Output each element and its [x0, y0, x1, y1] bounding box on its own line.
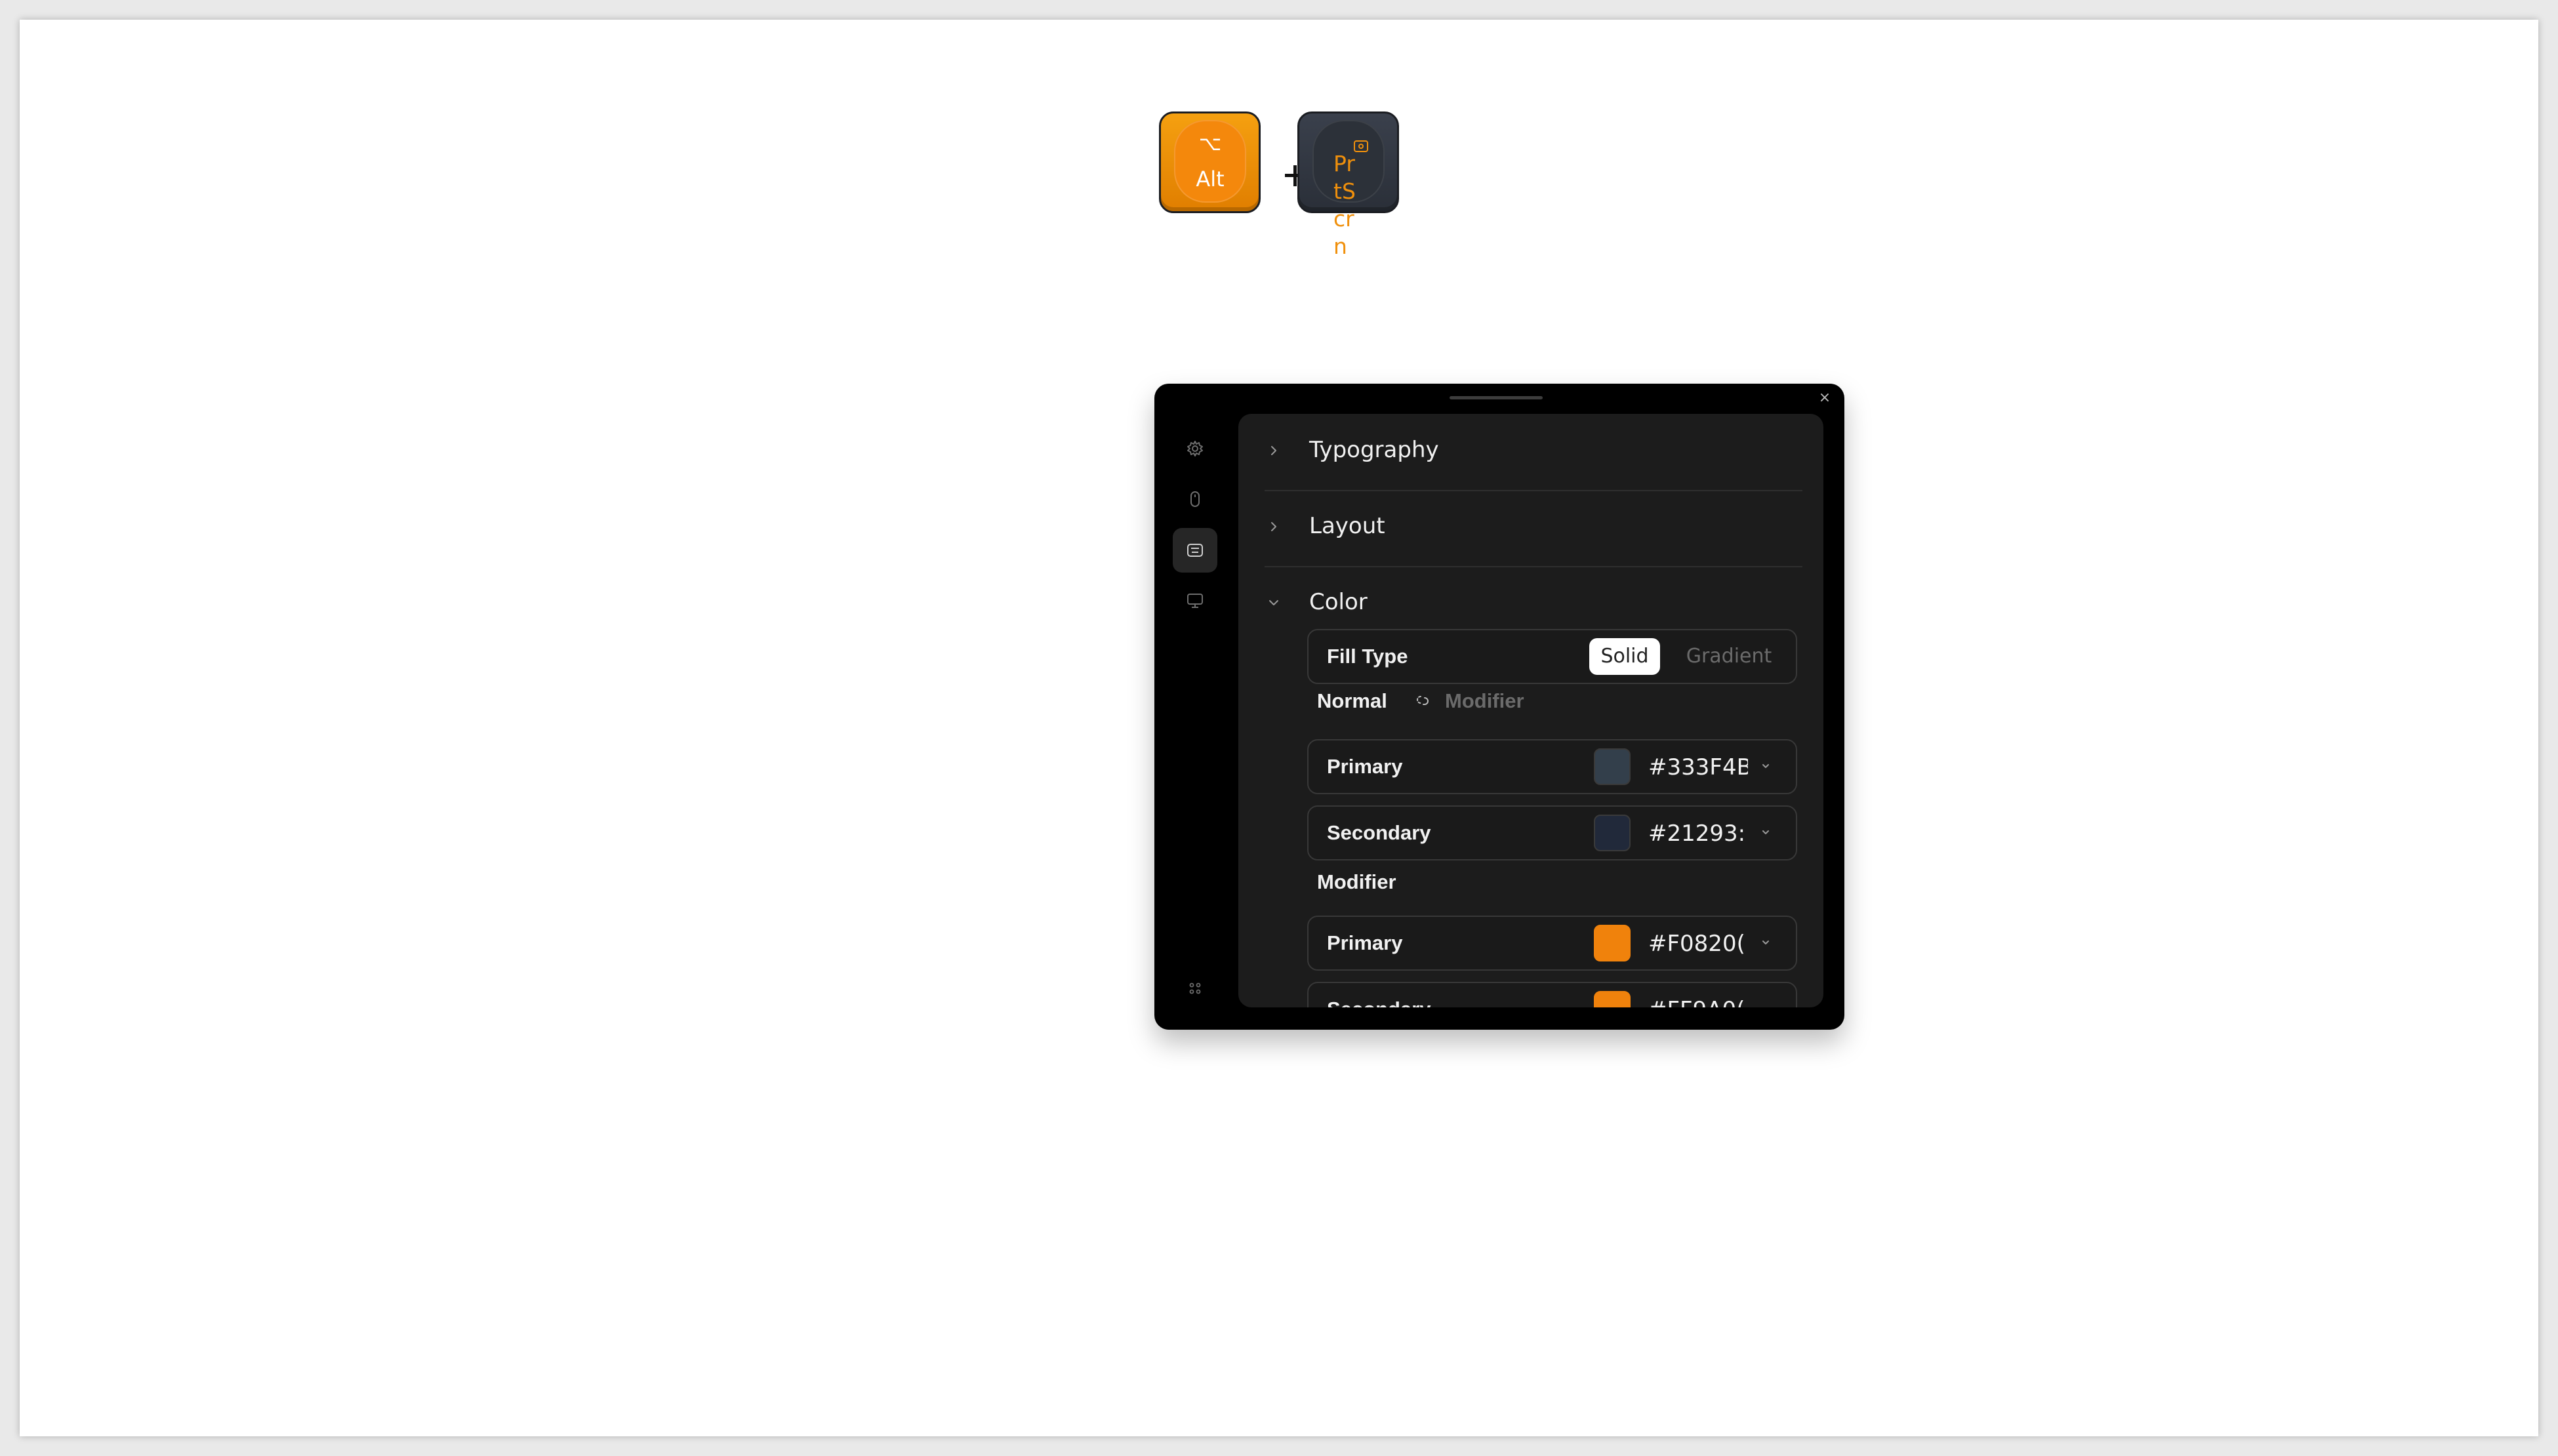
modifier-primary-label: Primary [1327, 931, 1403, 954]
sidebar-item-more[interactable] [1173, 966, 1217, 1011]
fill-option-solid[interactable]: Solid [1589, 638, 1660, 675]
alt-keycap: ⌥ Alt [1174, 120, 1246, 203]
modifier-secondary-color-field[interactable]: Secondary #FF9A0( [1307, 982, 1797, 1007]
section-title-color: Color [1309, 589, 1368, 615]
chevron-down-icon [1269, 600, 1278, 605]
chevron-down-icon[interactable] [1758, 824, 1774, 840]
modifier-secondary-label: Secondary [1327, 996, 1431, 1007]
section-title-layout: Layout [1309, 513, 1385, 539]
gear-icon [1187, 441, 1203, 456]
settings-panel: × Typography Layout Color Fill Type Soli… [1154, 384, 1844, 1030]
chevron-down-icon[interactable] [1758, 758, 1774, 774]
fill-type-field: Fill Type Solid Gradient [1307, 629, 1797, 684]
prtscrn-key: PrtScrn [1297, 111, 1399, 259]
normal-primary-hex[interactable]: #333F4B [1648, 752, 1748, 782]
alt-key: ⌥ Alt [1159, 111, 1261, 213]
fill-option-gradient[interactable]: Gradient [1667, 638, 1791, 675]
fill-type-label: Fill Type [1327, 645, 1408, 668]
app-window: ⌥ Alt PrtScrn × Typography Layout Color … [20, 20, 2538, 1436]
normal-secondary-hex[interactable]: #21293: [1648, 819, 1748, 849]
mouse-icon [1190, 491, 1200, 507]
alt-key-label: Alt [1196, 167, 1225, 192]
normal-secondary-color-field[interactable]: Secondary #21293: [1307, 805, 1797, 860]
modifier-secondary-hex[interactable]: #FF9A0( [1648, 995, 1748, 1007]
normal-primary-color-field[interactable]: Primary #333F4B [1307, 739, 1797, 794]
chevron-down-icon[interactable] [1758, 935, 1774, 950]
dots-grid-icon [1189, 982, 1201, 994]
modifier-primary-hex[interactable]: #F0820( [1648, 929, 1748, 959]
normal-secondary-label: Secondary [1327, 821, 1431, 844]
sidebar-item-display[interactable] [1173, 578, 1217, 623]
settings-content: Typography Layout Color Fill Type Solid … [1238, 414, 1823, 1007]
modifier-primary-color-field[interactable]: Primary #F0820( [1307, 916, 1797, 971]
tab-modifier[interactable]: Modifier [1445, 688, 1524, 714]
modifier-primary-swatch[interactable] [1594, 925, 1631, 961]
prtscrn-key-label: PrtScrn [1333, 151, 1356, 259]
option-icon: ⌥ [1198, 132, 1222, 155]
modifier-heading: Modifier [1317, 870, 1396, 893]
keyboard-icon [1187, 544, 1203, 557]
normal-secondary-swatch[interactable] [1594, 815, 1631, 851]
sidebar-item-keyboard[interactable] [1173, 528, 1217, 573]
fill-type-toggle: Solid Gradient [1589, 638, 1791, 675]
section-title-typography: Typography [1309, 437, 1439, 463]
link-icon[interactable] [1412, 690, 1433, 711]
chevron-right-icon [1271, 446, 1276, 455]
tab-normal[interactable]: Normal [1317, 688, 1387, 714]
drag-handle[interactable] [1450, 396, 1543, 399]
normal-primary-label: Primary [1327, 755, 1403, 778]
monitor-icon [1187, 594, 1203, 608]
modifier-secondary-swatch[interactable] [1594, 991, 1631, 1007]
close-icon[interactable]: × [1817, 390, 1833, 406]
sidebar-item-general[interactable] [1173, 426, 1217, 471]
section-typography[interactable]: Typography [1265, 414, 1802, 490]
section-layout[interactable]: Layout [1265, 490, 1802, 566]
sidebar-item-mouse[interactable] [1173, 477, 1217, 521]
chevron-right-icon [1271, 522, 1276, 531]
normal-primary-swatch[interactable] [1594, 748, 1631, 785]
